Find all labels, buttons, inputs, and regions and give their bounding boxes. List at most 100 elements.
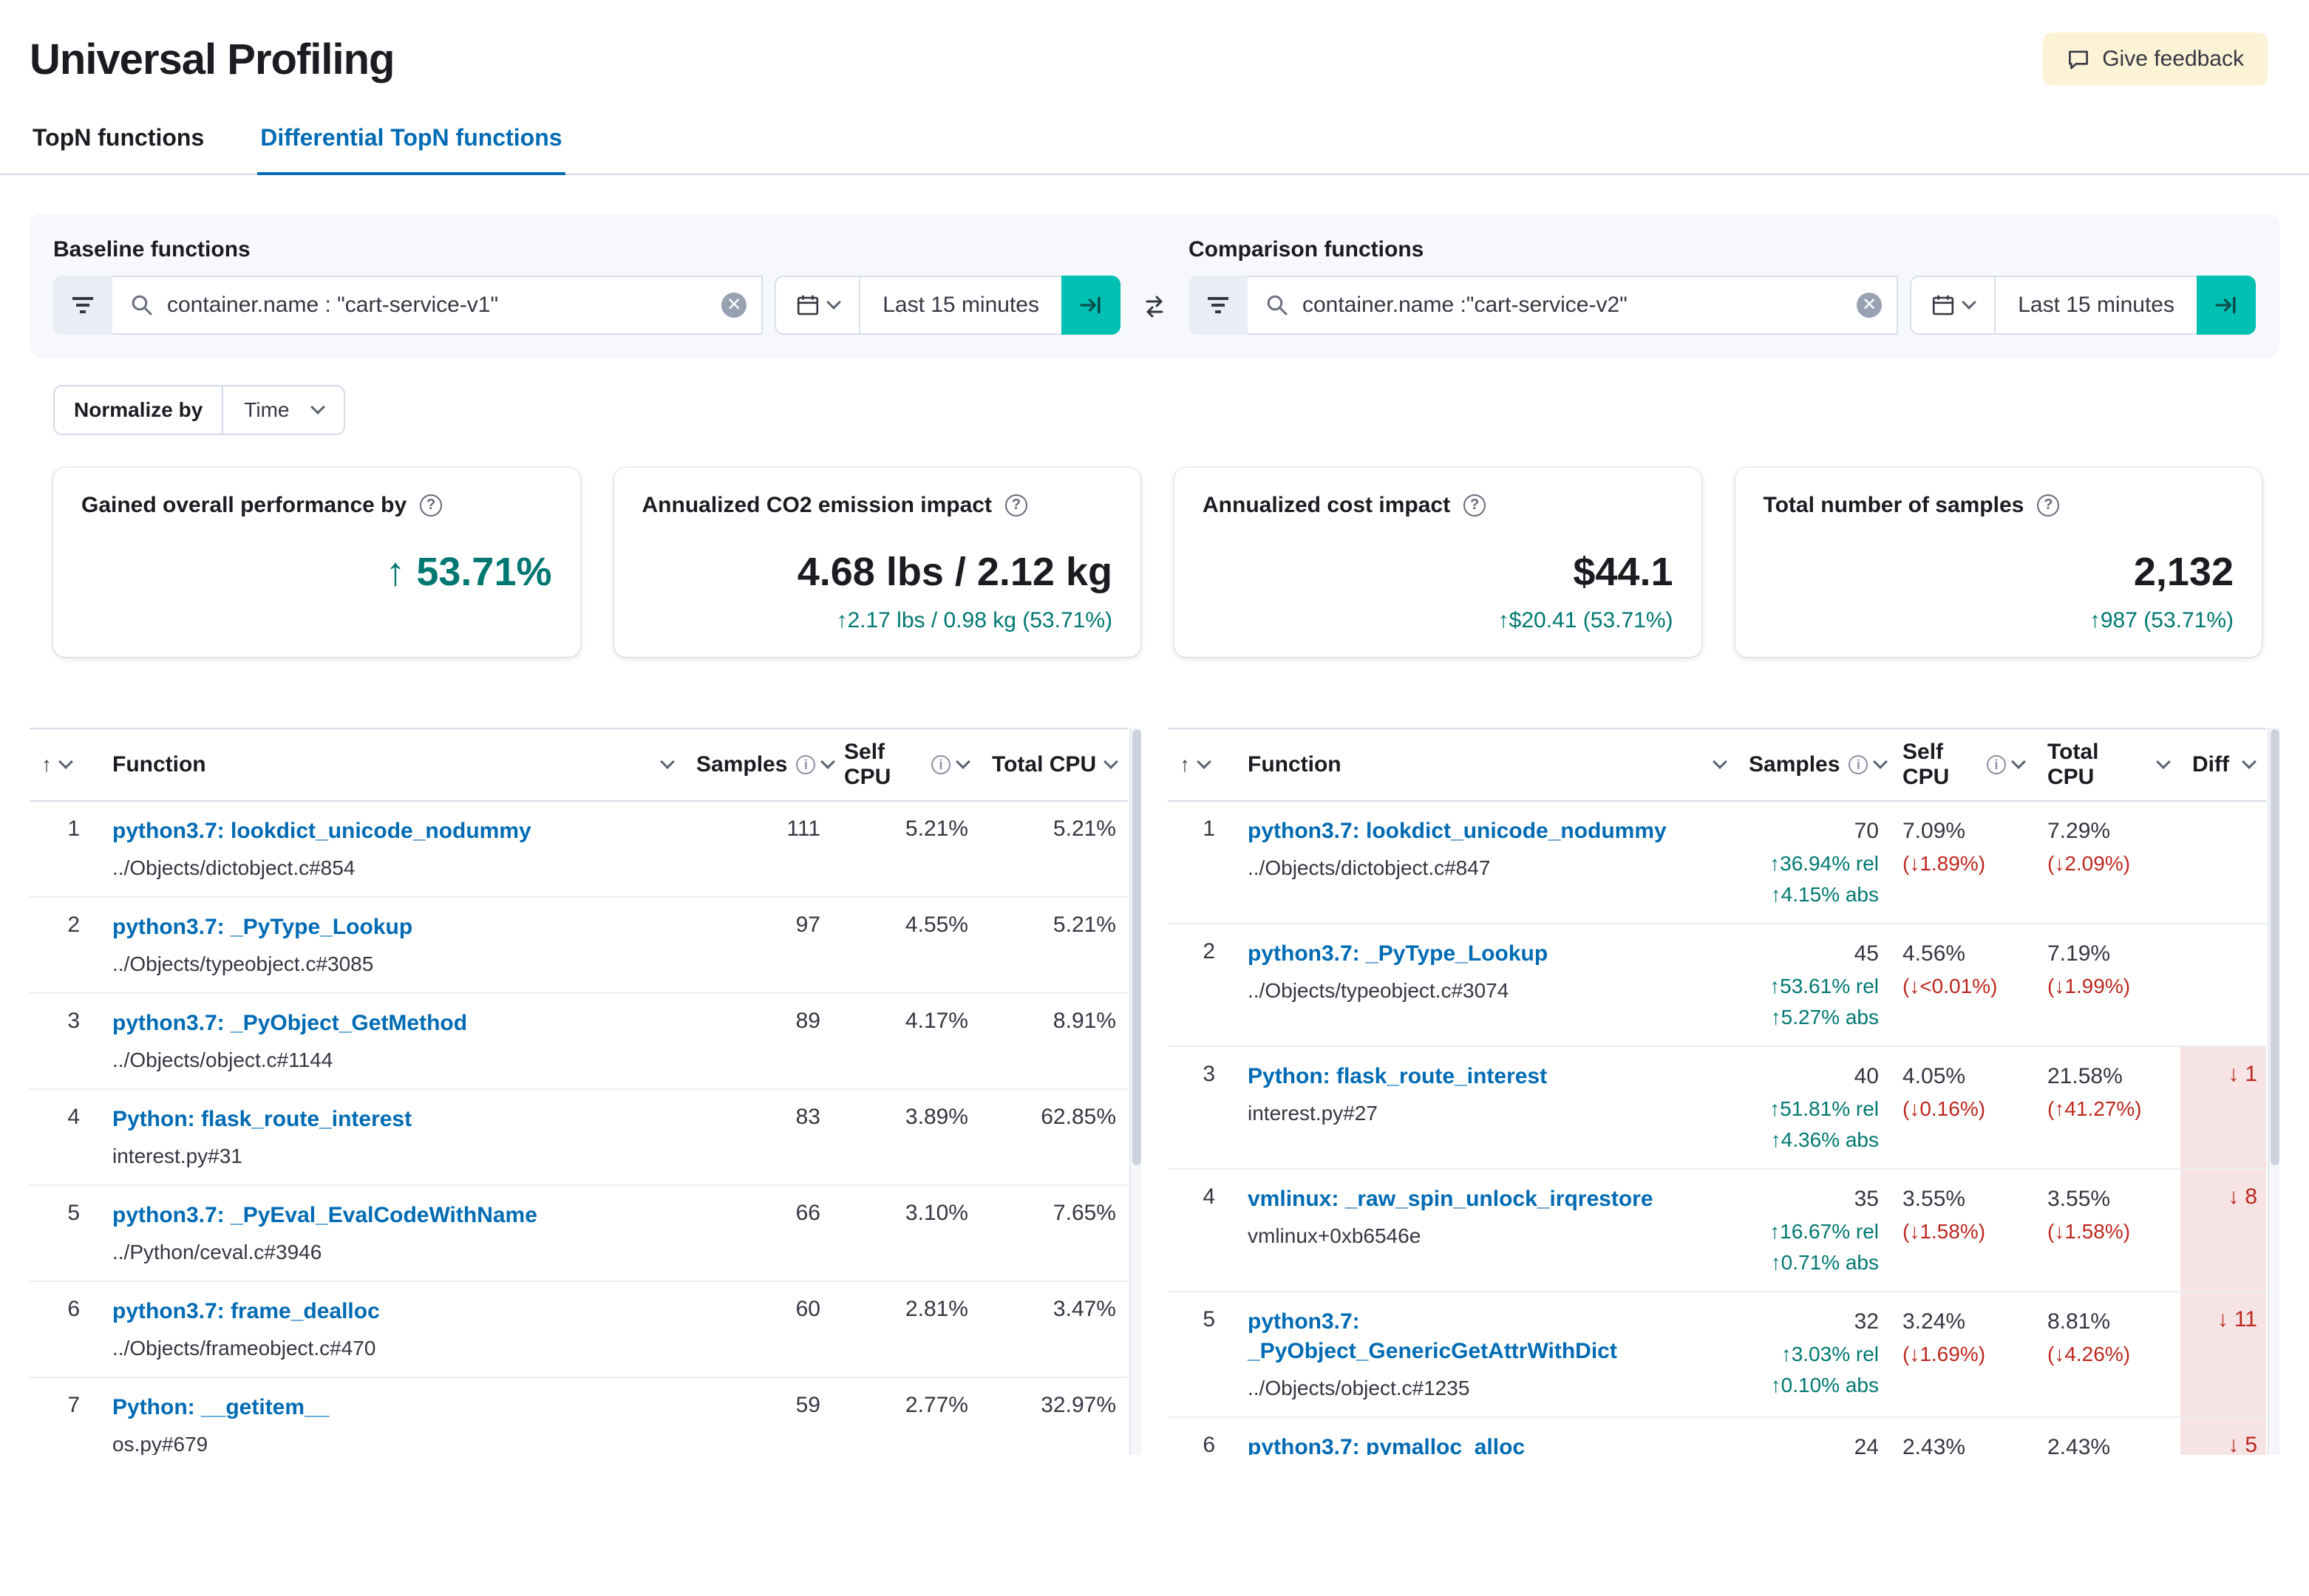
samples-absolute-change: ↑5.27% abs [1770, 1006, 1879, 1029]
normalize-by-select[interactable]: Time [223, 386, 344, 434]
info-icon[interactable]: i [931, 755, 951, 774]
function-link[interactable]: python3.7: lookdict_unicode_nodummy [1248, 816, 1667, 846]
baseline-search-input[interactable]: container.name : "cart-service-v1" ✕ [112, 276, 764, 335]
chevron-down-icon[interactable] [2242, 754, 2257, 769]
diff-value: 8 [2245, 1184, 2257, 1209]
self-cpu-column-header[interactable]: Self CPU i [832, 728, 980, 802]
rank-sort-header[interactable]: ↑ [1168, 728, 1236, 802]
clear-query-icon[interactable]: ✕ [721, 293, 747, 318]
chevron-down-icon[interactable] [660, 754, 675, 769]
self-cpu-cell: 4.17% [832, 993, 980, 1090]
chevron-down-icon[interactable] [820, 754, 836, 769]
chevron-down-icon[interactable] [58, 754, 73, 769]
function-link[interactable]: python3.7: frame_dealloc [112, 1297, 380, 1326]
chevron-down-icon[interactable] [2156, 754, 2171, 769]
function-link[interactable]: python3.7: lookdict_unicode_nodummy [112, 816, 531, 846]
chevron-down-icon[interactable] [1197, 754, 1211, 769]
total-cpu-cell: 2.43% (↓0.32%) [2036, 1417, 2180, 1455]
comparison-calendar-button[interactable] [1910, 276, 1996, 335]
sort-ascending-icon[interactable]: ↑ [1180, 753, 1190, 777]
chevron-down-icon[interactable] [1713, 754, 1727, 769]
samples-cell: 89 [684, 993, 832, 1090]
rank-cell: 4 [30, 1089, 101, 1186]
universal-profiling-page: Universal Profiling Give feedback TopN f… [0, 0, 2309, 1596]
info-icon[interactable]: i [1987, 755, 2006, 774]
comparison-date-picker: Last 15 minutes [1910, 276, 2256, 335]
function-link[interactable]: python3.7: _PyType_Lookup [1248, 939, 1548, 969]
tab-topn-functions[interactable]: TopN functions [30, 124, 207, 175]
table-row: 1 python3.7: lookdict_unicode_nodummy ..… [30, 801, 1128, 898]
function-link[interactable]: Python: flask_route_interest [112, 1105, 412, 1134]
samples-value: 45 [1854, 941, 1879, 966]
help-icon[interactable]: ? [2037, 494, 2060, 516]
table-row: 5 python3.7: _PyObject_GenericGetAttrWit… [1168, 1292, 2266, 1418]
samples-cell: 70 ↑36.94% rel ↑4.15% abs [1737, 801, 1891, 924]
cost-delta: ↑$20.41 (53.71%) [1497, 608, 1673, 632]
info-icon[interactable]: i [1849, 755, 1868, 774]
help-icon[interactable]: ? [1463, 494, 1486, 516]
chevron-down-icon[interactable] [1104, 754, 1118, 769]
function-link[interactable]: python3.7: _PyEval_EvalCodeWithName [112, 1201, 537, 1230]
function-column-header[interactable]: Function [101, 728, 684, 802]
function-link[interactable]: python3.7: pymalloc_alloc [1248, 1433, 1525, 1455]
total-cpu-cell: 5.21% [980, 897, 1128, 994]
scrollbar-thumb[interactable] [1132, 729, 1141, 1166]
co2-delta: ↑2.17 lbs / 0.98 kg (53.71%) [836, 608, 1112, 632]
baseline-filter-row: container.name : "cart-service-v1" ✕ Las… [53, 276, 1121, 335]
function-link[interactable]: Python: flask_route_interest [1248, 1062, 1547, 1091]
card-co2-impact: Annualized CO2 emission impact ? 4.68 lb… [613, 468, 1140, 657]
rank-cell: 5 [1168, 1292, 1236, 1418]
scrollbar-thumb[interactable] [2271, 729, 2279, 1166]
comparison-search-input[interactable]: container.name :"cart-service-v2" ✕ [1248, 276, 1899, 335]
function-cell: python3.7: _PyObject_GetMethod ../Object… [101, 993, 684, 1090]
total-cpu-column-header[interactable]: Total CPU [2036, 728, 2180, 802]
clear-query-icon[interactable]: ✕ [1857, 293, 1883, 318]
function-link[interactable]: python3.7: _PyType_Lookup [112, 913, 412, 942]
function-cell: python3.7: _PyEval_EvalCodeWithName ../P… [101, 1185, 684, 1282]
chevron-down-icon[interactable] [2011, 754, 2026, 769]
baseline-calendar-button[interactable] [775, 276, 861, 335]
sort-ascending-icon[interactable]: ↑ [41, 753, 52, 777]
comparison-filter-section: Comparison functions container.name :"ca… [1188, 237, 2256, 335]
baseline-time-range[interactable]: Last 15 minutes [860, 276, 1061, 335]
baseline-table-scrollbar[interactable] [1129, 728, 1141, 1455]
chevron-down-icon[interactable] [956, 754, 970, 769]
comparison-apply-button[interactable] [2197, 276, 2256, 335]
baseline-apply-button[interactable] [1061, 276, 1121, 335]
comparison-filter-button[interactable] [1188, 276, 1248, 335]
samples-column-header[interactable]: Samples i [1737, 728, 1891, 802]
rank-sort-header[interactable]: ↑ [30, 728, 101, 802]
samples-column-header[interactable]: Samples i [684, 728, 836, 802]
chevron-down-icon[interactable] [1873, 754, 1888, 769]
search-icon [1265, 293, 1289, 317]
function-link[interactable]: vmlinux: _raw_spin_unlock_irqrestore [1248, 1184, 1653, 1214]
give-feedback-label: Give feedback [2102, 47, 2244, 71]
function-link[interactable]: Python: __getitem__ [112, 1393, 329, 1422]
baseline-filter-button[interactable] [53, 276, 112, 335]
self-cpu-delta: (↓1.69%) [1902, 1343, 1986, 1365]
swap-sides-icon[interactable] [1121, 237, 1188, 320]
tab-differential-topn-functions[interactable]: Differential TopN functions [257, 124, 565, 175]
diff-column-header[interactable]: Diff [2180, 728, 2266, 802]
table-row: 4 Python: flask_route_interest interest.… [30, 1089, 1128, 1186]
summary-cards: Gained overall performance by ? ↑ 53.71%… [53, 468, 2262, 657]
comparison-table-scrollbar[interactable] [2268, 728, 2279, 1455]
total-cpu-column-header[interactable]: Total CPU [980, 728, 1128, 802]
self-cpu-column-header[interactable]: Self CPU i [1891, 728, 2036, 802]
function-column-header[interactable]: Function [1236, 728, 1737, 802]
rank-cell: 1 [30, 801, 101, 898]
self-cpu-cell: 3.24% (↓1.69%) [1891, 1292, 2036, 1418]
info-icon[interactable]: i [796, 755, 816, 774]
give-feedback-button[interactable]: Give feedback [2043, 33, 2268, 86]
filter-icon [1208, 293, 1228, 317]
function-source: ../Objects/dictobject.c#854 [112, 856, 356, 879]
help-icon[interactable]: ? [1004, 494, 1027, 516]
function-link[interactable]: python3.7: _PyObject_GetMethod [112, 1009, 467, 1038]
comparison-time-range[interactable]: Last 15 minutes [1996, 276, 2197, 335]
help-icon[interactable]: ? [420, 494, 443, 516]
rank-cell: 4 [1168, 1169, 1236, 1292]
rank-down-arrow-icon: ↓ [2228, 1184, 2240, 1209]
function-link[interactable]: python3.7: _PyObject_GenericGetAttrWithD… [1248, 1307, 1725, 1366]
table-row: 4 vmlinux: _raw_spin_unlock_irqrestore v… [1168, 1169, 2266, 1292]
samples-value: 24 [1854, 1435, 1879, 1455]
